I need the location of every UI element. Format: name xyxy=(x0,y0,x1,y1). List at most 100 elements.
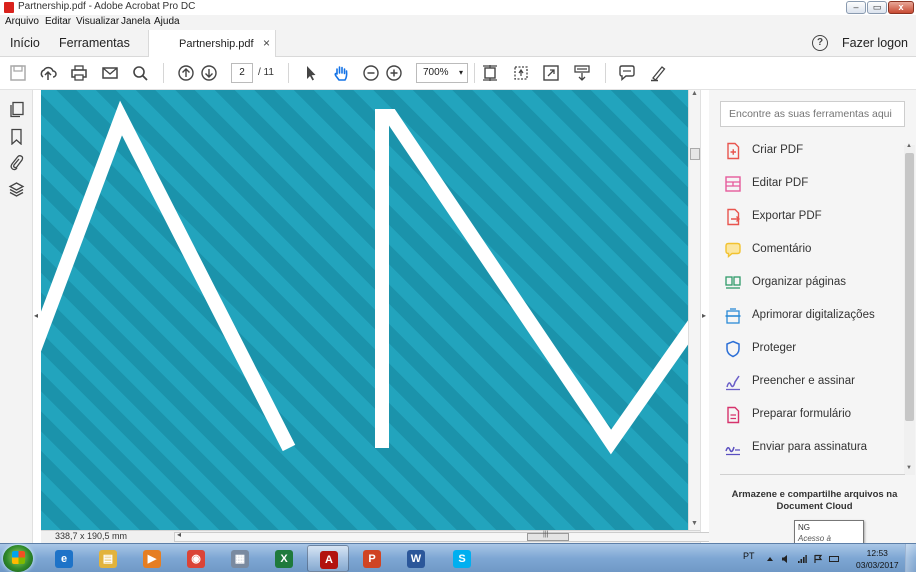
rotate-icon[interactable] xyxy=(512,64,530,82)
fill-sign-icon xyxy=(724,373,742,391)
menu-visualizar[interactable]: Visualizar xyxy=(76,16,119,27)
scroll-left-icon[interactable]: ◂ xyxy=(177,530,181,539)
tool-label: Organizar páginas xyxy=(752,276,846,288)
horizontal-scrollbar[interactable]: ◂ ||| ▸ xyxy=(174,530,729,542)
taskbar-button[interactable]: X xyxy=(263,545,305,572)
clock-date: 03/03/2017 xyxy=(856,560,899,570)
internet-explorer-icon: e xyxy=(55,550,73,568)
tool-create-pdf[interactable]: Criar PDF xyxy=(723,140,898,162)
tool-enhance-scans[interactable]: Aprimorar digitalizações xyxy=(723,305,898,327)
tool-label: Editar PDF xyxy=(752,177,809,189)
scroll-mode-icon[interactable] xyxy=(573,64,591,82)
keyboard-icon[interactable] xyxy=(829,553,839,563)
layers-icon[interactable] xyxy=(8,181,25,198)
taskbar-button[interactable]: ◉ xyxy=(175,545,217,572)
action-center-flag-icon[interactable] xyxy=(813,553,823,563)
maximize-button[interactable]: ▭ xyxy=(867,1,887,14)
tool-send-for-signature[interactable]: Enviar para assinatura xyxy=(723,437,898,459)
close-tab-icon[interactable]: × xyxy=(263,36,270,50)
horizontal-scroll-thumb[interactable]: ||| xyxy=(527,531,569,541)
hand-icon[interactable] xyxy=(332,64,350,82)
comment-icon[interactable] xyxy=(618,64,636,82)
tab-tools[interactable]: Ferramentas xyxy=(59,36,130,50)
speaker-icon[interactable] xyxy=(781,553,791,563)
menu-janela[interactable]: Janela xyxy=(121,16,150,27)
tool-edit-pdf[interactable]: Editar PDF xyxy=(723,173,898,195)
tool-export-pdf[interactable]: Exportar PDF xyxy=(723,206,898,228)
page-up-icon[interactable] xyxy=(177,64,195,82)
taskbar-button[interactable]: ▶ xyxy=(131,545,173,572)
tool-comment[interactable]: Comentário xyxy=(723,239,898,261)
tool-label: Proteger xyxy=(752,342,797,354)
show-desktop-button[interactable] xyxy=(905,544,916,572)
tools-panel-scrollbar[interactable]: ▲ ▼ xyxy=(904,143,915,475)
attachment-icon[interactable] xyxy=(8,154,25,171)
page-down-icon[interactable] xyxy=(200,64,218,82)
taskbar-button[interactable]: W xyxy=(395,545,437,572)
tool-label: Enviar para assinatura xyxy=(752,441,868,453)
collapse-right-icon: ▸ xyxy=(702,311,707,320)
tools-panel-scroll-thumb[interactable] xyxy=(905,153,914,421)
pages-icon[interactable] xyxy=(8,101,25,118)
sign-in-button[interactable]: Fazer logon xyxy=(842,36,908,50)
email-icon[interactable] xyxy=(101,64,119,82)
scroll-down-icon[interactable]: ▼ xyxy=(691,520,698,527)
menu-arquivo[interactable]: Arquivo xyxy=(5,16,39,27)
window-title: Partnership.pdf - Adobe Acrobat Pro DC xyxy=(18,1,196,12)
menu-ajuda[interactable]: Ajuda xyxy=(154,16,180,27)
taskbar-button[interactable]: ▤ xyxy=(87,545,129,572)
save-icon[interactable] xyxy=(9,64,27,82)
network-icon[interactable] xyxy=(797,553,807,563)
cloud-upload-icon[interactable] xyxy=(39,64,57,82)
taskbar-button[interactable]: e xyxy=(43,545,85,572)
zoom-level-select[interactable]: 700% ▾ xyxy=(416,63,468,83)
tool-prepare-form[interactable]: Preparar formulário xyxy=(723,404,898,426)
tool-fill-sign[interactable]: Preencher e assinar xyxy=(723,371,898,393)
tray-expand-icon[interactable] xyxy=(765,553,775,563)
taskbar-button[interactable]: S xyxy=(441,545,483,572)
zoom-in-icon[interactable] xyxy=(385,64,403,82)
fullscreen-icon[interactable] xyxy=(542,64,560,82)
print-icon[interactable] xyxy=(70,64,88,82)
language-indicator[interactable]: PT xyxy=(743,551,755,561)
zigzag-stroke-left xyxy=(41,100,296,452)
page-number-input[interactable]: 2 xyxy=(231,63,253,83)
scroll-down-icon[interactable]: ▼ xyxy=(906,465,912,471)
tab-home[interactable]: Início xyxy=(10,36,40,50)
scroll-up-icon[interactable]: ▲ xyxy=(691,90,698,97)
clock[interactable]: 12:53 03/03/2017 xyxy=(856,547,899,571)
tab-document[interactable]: Partnership.pdf × xyxy=(148,30,276,58)
bookmark-icon[interactable] xyxy=(8,128,25,146)
chrome-icon: ◉ xyxy=(187,550,205,568)
taskbar-button[interactable]: ▦ xyxy=(219,545,261,572)
network-tooltip: NG Acesso à Internet xyxy=(794,520,864,554)
powerpoint-icon: P xyxy=(363,550,381,568)
minimize-button[interactable]: – xyxy=(846,1,866,14)
help-icon[interactable]: ? xyxy=(812,35,828,51)
skype-icon: S xyxy=(453,550,471,568)
start-button[interactable] xyxy=(3,545,33,572)
tools-search-input[interactable] xyxy=(720,101,905,127)
taskbar-button[interactable]: P xyxy=(351,545,393,572)
tool-organize-pages[interactable]: Organizar páginas xyxy=(723,272,898,294)
document-vertical-scrollbar[interactable]: ▲ ▼ xyxy=(688,90,700,530)
search-icon[interactable] xyxy=(131,64,149,82)
calculator-icon: ▦ xyxy=(231,550,249,568)
vertical-scroll-thumb[interactable] xyxy=(690,148,700,160)
taskbar-button[interactable]: A xyxy=(307,545,349,572)
scroll-up-icon[interactable]: ▲ xyxy=(906,143,912,149)
close-window-button[interactable]: x xyxy=(888,1,914,14)
right-panel-collapse-handle[interactable]: ▸ xyxy=(700,90,709,543)
tool-protect[interactable]: Proteger xyxy=(723,338,898,360)
select-arrow-icon[interactable] xyxy=(302,64,320,82)
left-panel-collapse-handle[interactable]: ◂ xyxy=(33,90,41,530)
document-canvas[interactable] xyxy=(41,90,688,530)
clock-time: 12:53 xyxy=(866,548,888,558)
fit-page-icon[interactable] xyxy=(481,64,499,82)
zoom-out-icon[interactable] xyxy=(362,64,380,82)
toolbar-separator xyxy=(605,63,606,83)
highlight-pen-icon[interactable] xyxy=(649,64,667,82)
acrobat-icon: A xyxy=(320,551,338,569)
export-pdf-icon xyxy=(724,208,742,226)
menu-editar[interactable]: Editar xyxy=(45,16,71,27)
